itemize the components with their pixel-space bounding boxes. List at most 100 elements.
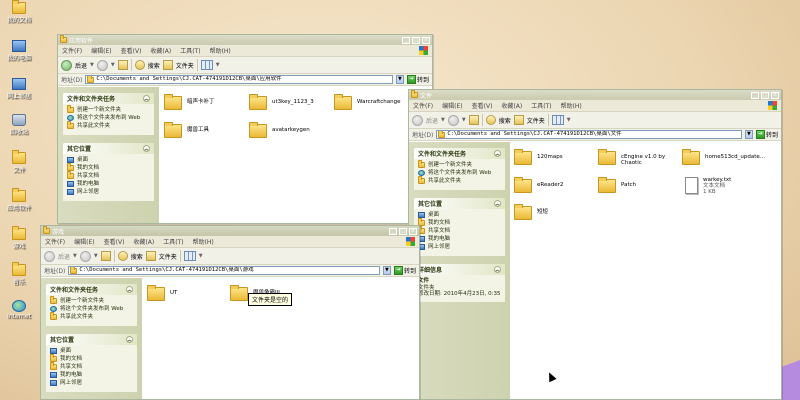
place-my-computer[interactable]: 我的电脑: [418, 236, 501, 242]
go-button[interactable]: ➜ 转到: [755, 130, 778, 139]
menu-edit[interactable]: 编辑(E): [91, 46, 111, 55]
menu-help[interactable]: 帮助(H): [193, 237, 214, 246]
chevron-down-icon[interactable]: ▼: [216, 62, 220, 68]
search-icon[interactable]: [134, 60, 145, 70]
place-my-computer[interactable]: 我的电脑: [50, 372, 133, 378]
place-desktop[interactable]: 桌面: [418, 212, 501, 218]
desktop-icon-music[interactable]: 音乐: [2, 262, 36, 286]
address-input[interactable]: C:\Documents and Settings\CJ.CAT-474191D…: [85, 75, 393, 84]
address-input[interactable]: C:\Documents and Settings\CJ.CAT-474191D…: [436, 130, 742, 139]
task-publish-web[interactable]: 将这个文件夹发布到 Web: [50, 306, 133, 312]
forward-button[interactable]: [96, 59, 108, 71]
folders-button[interactable]: 文件夹: [527, 116, 545, 125]
views-icon[interactable]: [200, 60, 213, 70]
folders-icon[interactable]: [162, 60, 173, 70]
chevron-down-icon[interactable]: ▼: [199, 253, 203, 259]
task-publish-web[interactable]: 将这个文件夹发布到 Web: [418, 170, 501, 176]
panel-header[interactable]: 文件和文件夹任务 ︽: [46, 284, 137, 295]
maximize-button[interactable]: □: [761, 91, 769, 99]
desktop-icon-my-computer[interactable]: 我的电脑: [2, 40, 36, 62]
up-folder-button[interactable]: [468, 115, 479, 125]
minimize-button[interactable]: _: [402, 36, 410, 44]
panel-header[interactable]: 文件和文件夹任务 ︽: [414, 148, 505, 159]
task-publish-web[interactable]: 将这个文件夹发布到 Web: [67, 115, 150, 121]
search-button[interactable]: 搜索: [148, 61, 160, 70]
file-item[interactable]: warkey.txt 文本文档 1 KB: [682, 174, 731, 195]
task-share-folder[interactable]: 共享此文件夹: [67, 121, 150, 129]
back-arrow-icon[interactable]: [61, 59, 72, 71]
chevron-down-icon[interactable]: ▼: [94, 253, 98, 259]
file-item[interactable]: avatarkeygen: [249, 121, 310, 138]
menu-edit[interactable]: 编辑(E): [442, 101, 462, 110]
maximize-button[interactable]: □: [412, 36, 420, 44]
title-bar[interactable]: 应用软件 _ □ ×: [58, 35, 432, 45]
menu-favorites[interactable]: 收藏(A): [133, 237, 154, 246]
chevron-up-icon[interactable]: ︽: [126, 286, 133, 293]
close-button[interactable]: ×: [422, 36, 430, 44]
search-icon[interactable]: [117, 251, 128, 261]
place-desktop[interactable]: 桌面: [50, 348, 133, 354]
title-bar[interactable]: 文件 _ □ ×: [409, 90, 781, 100]
address-input[interactable]: C:\Documents and Settings\CJ.CAT-474191D…: [68, 266, 380, 275]
menu-tools[interactable]: 工具(T): [180, 46, 200, 55]
minimize-button[interactable]: _: [389, 227, 397, 235]
place-my-computer[interactable]: 我的电脑: [67, 181, 150, 187]
back-button[interactable]: 后退: [426, 116, 438, 125]
search-icon[interactable]: [485, 115, 496, 125]
menu-file[interactable]: 文件(F): [413, 101, 433, 110]
place-shared-documents[interactable]: 共享文档: [50, 362, 133, 370]
address-dropdown[interactable]: ▼: [395, 75, 404, 84]
search-button[interactable]: 搜索: [499, 116, 511, 125]
forward-button[interactable]: [79, 250, 91, 262]
back-button[interactable]: 后退: [58, 252, 70, 261]
forward-button[interactable]: [447, 114, 459, 126]
menu-edit[interactable]: 编辑(E): [74, 237, 94, 246]
task-new-folder[interactable]: 创建一个新文件夹: [67, 105, 150, 113]
place-my-documents[interactable]: 我的文档: [50, 354, 133, 362]
minimize-button[interactable]: _: [751, 91, 759, 99]
place-my-documents[interactable]: 我的文档: [67, 163, 150, 171]
file-item[interactable]: 120maps: [514, 148, 563, 165]
panel-header[interactable]: 其它位置 ︽: [414, 198, 505, 209]
menu-favorites[interactable]: 收藏(A): [501, 101, 522, 110]
panel-header[interactable]: 详细信息 ︽: [414, 264, 505, 275]
file-item[interactable]: home513cd_update...: [682, 148, 765, 165]
file-item[interactable]: Warcraftchange: [334, 93, 401, 110]
views-icon[interactable]: [183, 251, 196, 261]
place-network[interactable]: 网上邻居: [418, 244, 501, 250]
place-network[interactable]: 网上邻居: [50, 380, 133, 386]
file-item[interactable]: Patch: [598, 176, 636, 193]
chevron-up-icon[interactable]: ︽: [494, 150, 501, 157]
go-button[interactable]: ➜ 转到: [406, 75, 429, 84]
place-my-documents[interactable]: 我的文档: [418, 218, 501, 226]
folders-button[interactable]: 文件夹: [176, 61, 194, 70]
chevron-up-icon[interactable]: ︽: [143, 145, 150, 152]
menu-view[interactable]: 查看(V): [121, 46, 142, 55]
explorer-window-games[interactable]: 游戏 _ □ × 文件(F) 编辑(E) 查看(V) 收藏(A) 工具(T) 帮…: [40, 225, 420, 400]
desktop-icon-recycle-bin[interactable]: 回收站: [2, 114, 36, 136]
task-share-folder[interactable]: 共享此文件夹: [418, 176, 501, 184]
menu-view[interactable]: 查看(V): [472, 101, 493, 110]
place-network[interactable]: 网上邻居: [67, 189, 150, 195]
task-new-folder[interactable]: 创建一个新文件夹: [418, 160, 501, 168]
back-arrow-icon[interactable]: [412, 114, 423, 126]
chevron-down-icon[interactable]: ▼: [462, 117, 466, 123]
file-item[interactable]: 魔兽工具: [164, 121, 209, 138]
up-folder-button[interactable]: [117, 60, 128, 70]
chevron-down-icon[interactable]: ▼: [73, 253, 77, 259]
close-button[interactable]: ×: [771, 91, 779, 99]
panel-header[interactable]: 其它位置 ︽: [46, 334, 137, 345]
menu-tools[interactable]: 工具(T): [531, 101, 551, 110]
views-icon[interactable]: [551, 115, 564, 125]
up-folder-button[interactable]: [100, 251, 111, 261]
folders-icon[interactable]: [513, 115, 524, 125]
chevron-down-icon[interactable]: ▼: [567, 117, 571, 123]
place-shared-documents[interactable]: 共享文档: [67, 171, 150, 179]
menu-help[interactable]: 帮助(H): [561, 101, 582, 110]
chevron-down-icon[interactable]: ▼: [441, 117, 445, 123]
title-bar[interactable]: 游戏 _ □ ×: [41, 226, 419, 236]
menu-view[interactable]: 查看(V): [104, 237, 125, 246]
file-item[interactable]: ut3key_1123_3: [249, 93, 314, 110]
file-item[interactable]: eReader2: [514, 176, 563, 193]
file-item[interactable]: 短短: [514, 203, 548, 220]
